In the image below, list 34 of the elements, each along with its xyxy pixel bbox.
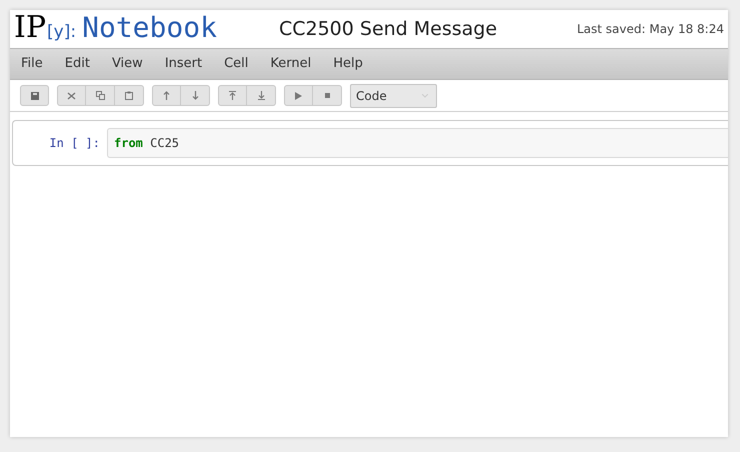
run-button[interactable] bbox=[284, 85, 313, 106]
cell-type-select[interactable]: Code bbox=[350, 84, 437, 108]
arrow-up-icon bbox=[163, 91, 170, 100]
code-cell[interactable]: In [ ]: from CC25 bbox=[12, 120, 728, 166]
menu-item[interactable]: Help bbox=[322, 49, 374, 79]
cut-button[interactable] bbox=[57, 85, 86, 106]
code-input[interactable]: from CC25 bbox=[107, 128, 728, 158]
copy-button[interactable] bbox=[86, 85, 115, 106]
insert-above-button[interactable] bbox=[218, 85, 247, 106]
logo-text: Notebook bbox=[82, 14, 217, 42]
menu-item[interactable]: Kernel bbox=[259, 49, 322, 79]
insert-below-button[interactable] bbox=[247, 85, 276, 106]
insert-below-icon bbox=[258, 91, 264, 100]
notebook-title[interactable]: CC2500 Send Message bbox=[278, 14, 498, 44]
insert-above-icon bbox=[229, 91, 236, 100]
clipboard-icon bbox=[125, 91, 133, 100]
menu-item[interactable]: Cell bbox=[213, 49, 260, 79]
arrow-down-icon bbox=[192, 91, 198, 100]
menu-item[interactable]: Insert bbox=[154, 49, 214, 79]
stop-button[interactable] bbox=[313, 85, 342, 106]
logo-text: [y]: bbox=[47, 20, 76, 44]
logo-text: IP bbox=[14, 12, 46, 43]
move-up-button[interactable] bbox=[152, 85, 181, 106]
paste-button[interactable] bbox=[115, 85, 144, 106]
input-prompt: In [ ]: bbox=[48, 135, 101, 152]
stop-icon bbox=[324, 93, 330, 98]
menu-item[interactable]: File bbox=[10, 49, 54, 79]
last-saved-text: Last saved: May 18 8:24 bbox=[576, 21, 724, 38]
menu-item[interactable]: Edit bbox=[54, 49, 101, 79]
copy-icon bbox=[96, 91, 104, 100]
menu-item[interactable]: View bbox=[100, 49, 154, 79]
play-icon bbox=[295, 92, 302, 100]
move-down-button[interactable] bbox=[181, 85, 210, 106]
save-button[interactable] bbox=[20, 85, 49, 106]
